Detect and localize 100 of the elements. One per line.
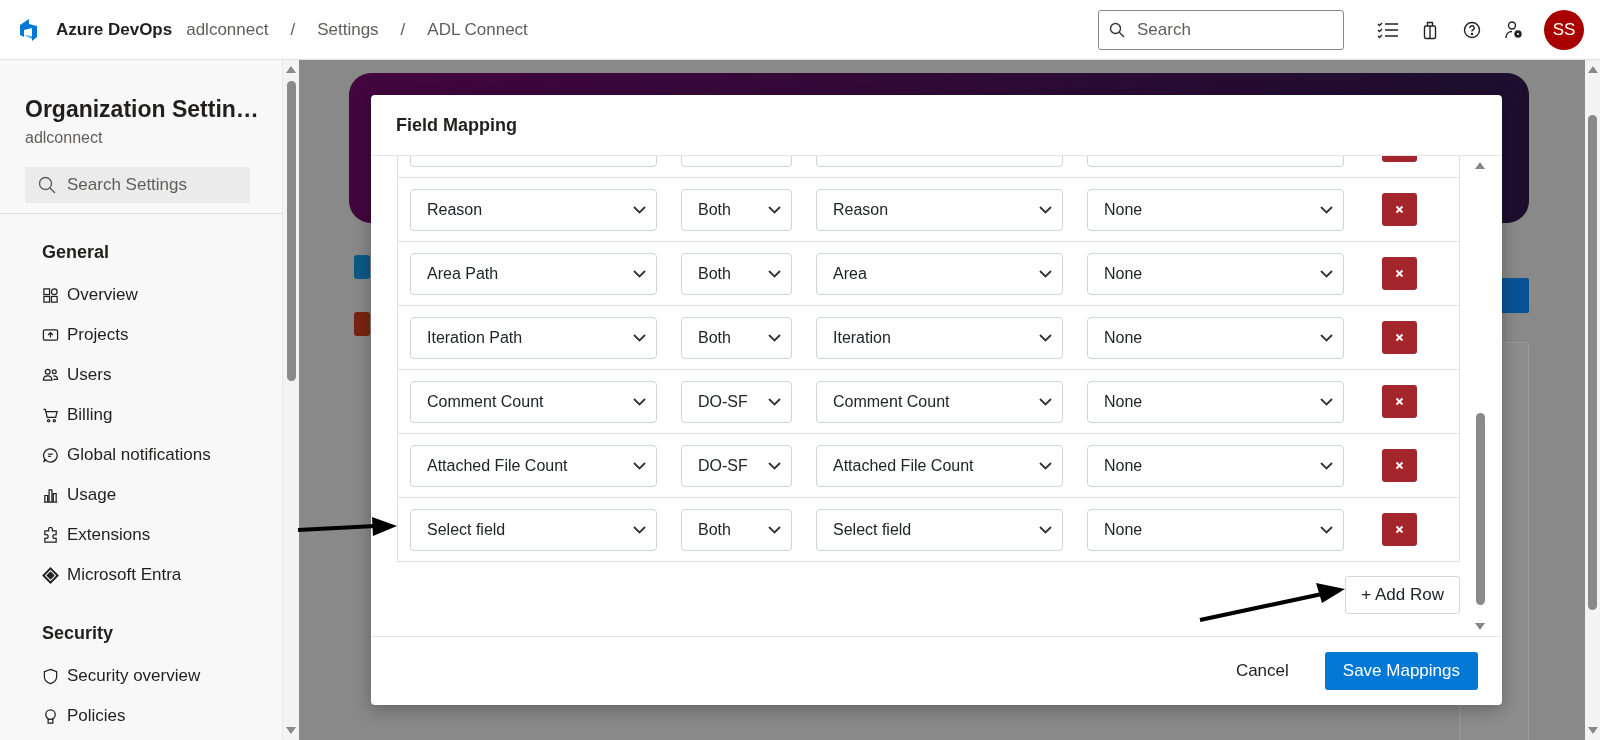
sidebar-item[interactable]: Usage [42,475,262,516]
chevron-down-icon [633,397,646,406]
chevron-down-icon [1320,205,1333,214]
delete-row-button[interactable] [1382,513,1417,546]
select-field[interactable]: None [1087,444,1344,487]
checklist-icon[interactable] [1377,20,1399,39]
breadcrumb-link[interactable]: adlconnect [186,19,269,40]
sidebar-title: Organization Settin… [25,95,259,124]
save-mappings-button[interactable]: Save Mappings [1324,652,1478,690]
cart-icon [42,406,59,424]
product-name[interactable]: Azure DevOps [56,19,173,40]
user-avatar[interactable]: SS [1544,9,1584,50]
chevron-down-icon [768,525,781,534]
select-field[interactable]: Area Path [410,252,657,295]
breadcrumb-link[interactable]: Settings [317,19,379,40]
chevron-down-icon [633,461,646,470]
select-field[interactable]: Select field [816,508,1063,551]
chevron-down-icon [1039,333,1052,342]
chevron-down-icon [633,269,646,278]
chevron-down-icon [633,525,646,534]
scroll-down-arrow[interactable] [1587,727,1598,734]
select-field[interactable]: Reason [816,188,1063,231]
user-settings-icon[interactable] [1504,19,1524,40]
chevron-down-icon [1320,397,1333,406]
delete-row-button[interactable] [1382,257,1417,290]
grid-icon [42,286,59,304]
select-field[interactable]: None [1087,508,1344,551]
select-field[interactable]: None [1087,252,1344,295]
select-field[interactable]: Both [681,252,792,295]
select-field[interactable]: Both [681,316,792,359]
select-field[interactable]: Iteration Path [410,316,657,359]
close-icon [1395,205,1404,214]
delete-row-button[interactable] [1382,449,1417,482]
scrollbar-thumb[interactable] [286,81,296,381]
sidebar-item[interactable]: Microsoft Entra [42,555,262,596]
help-icon[interactable] [1463,20,1481,39]
chevron-down-icon [1039,397,1052,406]
chevron-down-icon [1039,205,1052,214]
chevron-down-icon [768,205,781,214]
select-field[interactable]: Area [816,252,1063,295]
select-field[interactable]: Iteration [816,316,1063,359]
select-field[interactable]: Attached File Count [410,444,657,487]
chevron-down-icon [1039,461,1052,470]
cancel-button[interactable]: Cancel [1219,653,1305,689]
chevron-down-icon [1320,269,1333,278]
chevron-down-icon [1320,333,1333,342]
sidebar-item[interactable]: Overview [42,275,262,316]
chevron-down-icon [633,333,646,342]
add-row-button[interactable]: + Add Row [1345,576,1460,614]
sidebar-item[interactable]: Users [42,355,262,396]
sidebar-item[interactable]: Global notifications [42,435,262,476]
sidebar-item[interactable]: Security overview [42,656,262,697]
shopping-bag-icon[interactable] [1423,19,1437,40]
sidebar-item[interactable]: Projects [42,315,262,356]
organization-name: adlconnect [25,129,104,148]
chevron-down-icon [1320,461,1333,470]
section-heading: General [42,242,111,264]
chevron-down-icon [768,269,781,278]
settings-search-field[interactable]: Search Settings [25,167,250,204]
delete-row-button[interactable] [1382,385,1417,418]
select-field[interactable]: DO-SF [681,444,792,487]
chevron-down-icon [1039,269,1052,278]
select-field[interactable]: Both [681,508,792,551]
chevron-down-icon [768,461,781,470]
puzzle-icon [42,526,59,544]
chevron-down-icon [768,397,781,406]
section-heading: Security [42,623,115,645]
breadcrumb-link[interactable]: ADL Connect [427,19,528,40]
select-field[interactable]: Both [681,188,792,231]
close-icon [1395,269,1404,278]
chevron-down-icon [1320,525,1333,534]
scroll-down-arrow[interactable] [1475,623,1485,630]
select-field[interactable]: DO-SF [681,380,792,423]
bar-chart-icon [42,486,59,504]
chat-icon [42,446,59,464]
upload-box-icon [42,326,59,344]
users-icon [42,366,59,384]
select-field[interactable]: Reason [410,188,657,231]
breadcrumb-separator: / [290,19,296,40]
app-tile-icon [354,255,370,279]
select-field[interactable]: Attached File Count [816,444,1063,487]
scrollbar-thumb[interactable] [1588,115,1597,610]
delete-row-button[interactable] [1382,193,1417,226]
scroll-up-arrow[interactable] [1587,66,1598,73]
select-field[interactable]: Comment Count [410,380,657,423]
search-field[interactable]: Search [1098,9,1344,50]
sidebar-item[interactable]: Policies [42,696,262,737]
breadcrumb-separator: / [400,19,406,40]
select-field[interactable]: None [1087,316,1344,359]
scrollbar-thumb[interactable] [1475,413,1485,605]
sidebar-item[interactable]: Billing [42,395,262,436]
delete-row-button[interactable] [1382,321,1417,354]
scroll-up-arrow[interactable] [1475,162,1485,169]
select-field[interactable]: None [1087,188,1344,231]
select-field[interactable]: None [1087,380,1344,423]
chevron-down-icon [768,333,781,342]
select-field[interactable]: Comment Count [816,380,1063,423]
sidebar-item[interactable]: Extensions [42,515,262,556]
select-field[interactable]: Select field [410,508,657,551]
lightbulb-icon [42,707,59,725]
